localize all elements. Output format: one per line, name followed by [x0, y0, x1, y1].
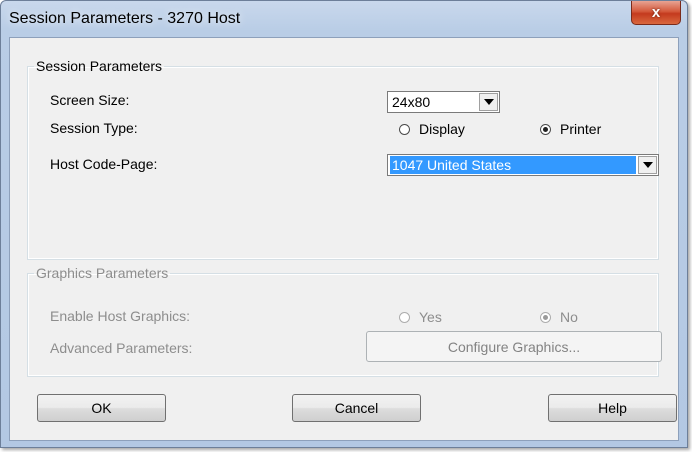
close-icon: x — [651, 4, 661, 21]
session-type-display-radio[interactable]: Display — [399, 121, 465, 137]
ok-button[interactable]: OK — [37, 394, 166, 422]
chevron-down-icon[interactable] — [638, 156, 657, 174]
no-radio-label: No — [560, 309, 578, 325]
session-type-printer-radio[interactable]: Printer — [540, 121, 601, 137]
host-code-page-value: 1047 United States — [390, 156, 636, 174]
screen-size-select[interactable]: 24x80 — [387, 91, 500, 113]
display-radio-label: Display — [419, 121, 465, 137]
dialog-window: Session Parameters - 3270 Host x Session… — [0, 0, 688, 448]
configure-graphics-button[interactable]: Configure Graphics... — [366, 331, 662, 362]
printer-radio-label: Printer — [560, 121, 602, 137]
screen-size-value: 24x80 — [392, 94, 431, 110]
graphics-parameters-legend: Graphics Parameters — [36, 265, 169, 281]
session-parameters-legend: Session Parameters — [36, 58, 163, 74]
cancel-button[interactable]: Cancel — [292, 394, 421, 422]
yes-radio-label: Yes — [419, 309, 442, 325]
radio-selected-icon — [540, 311, 551, 323]
radio-circle-icon — [399, 123, 410, 135]
advanced-parameters-label: Advanced Parameters: — [50, 340, 193, 356]
chevron-down-icon[interactable] — [479, 93, 498, 111]
host-code-page-label: Host Code-Page: — [50, 156, 158, 172]
radio-circle-icon — [399, 311, 410, 323]
title-bar[interactable]: Session Parameters - 3270 Host x — [1, 1, 687, 37]
dialog-client: Session Parameters Screen Size: 24x80 Se… — [9, 37, 679, 441]
close-button[interactable]: x — [631, 1, 681, 25]
radio-selected-icon — [540, 123, 551, 135]
host-graphics-yes-radio[interactable]: Yes — [399, 309, 442, 325]
host-graphics-no-radio[interactable]: No — [540, 309, 578, 325]
session-type-label: Session Type: — [50, 120, 138, 136]
window-title: Session Parameters - 3270 Host — [9, 10, 241, 27]
host-code-page-select[interactable]: 1047 United States — [387, 154, 659, 176]
help-button[interactable]: Help — [548, 394, 677, 422]
enable-host-graphics-label: Enable Host Graphics: — [50, 308, 191, 324]
screen-size-label: Screen Size: — [50, 92, 130, 108]
